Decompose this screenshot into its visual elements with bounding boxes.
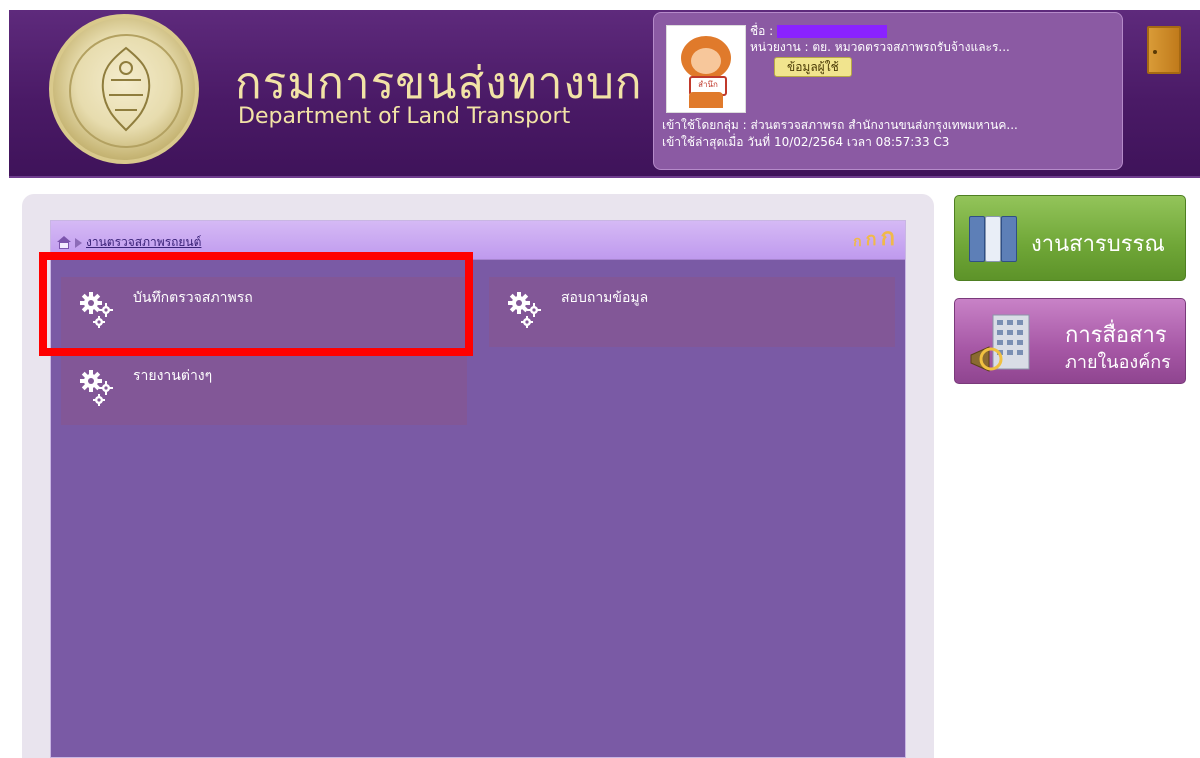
module-header-bar: งานตรวจสภาพรถยนต์ ก ก ก — [51, 221, 905, 260]
saraban-label: งานสารบรรณ — [1031, 232, 1165, 257]
menu-record-inspection-label: บันทึกตรวจสภาพรถ — [133, 290, 253, 306]
breadcrumb-arrow-icon — [75, 237, 82, 248]
last-login-text: เข้าใช้ล่าสุดเมื่อ วันที่ 10/02/2564 เวล… — [662, 135, 950, 149]
user-name-redacted — [777, 24, 888, 38]
font-size-controls: ก ก ก — [853, 225, 895, 249]
font-size-small-button[interactable]: ก — [853, 235, 861, 249]
gears-icon — [79, 291, 117, 331]
menu-reports-label: รายงานต่างๆ — [133, 368, 213, 384]
logout-door-icon[interactable] — [1147, 26, 1181, 74]
login-group-text: เข้าใช้โดยกลุ่ม : ส่วนตรวจสภาพรถ สำนักงา… — [662, 118, 1018, 132]
home-icon[interactable] — [57, 236, 71, 249]
gears-icon — [507, 291, 545, 331]
user-unit-text: หน่วยงาน : ตย. หมวดตรวจสภาพรถรับจ้างและร… — [750, 40, 1010, 54]
user-avatar: สำนึก — [666, 25, 746, 113]
user-info-panel: สำนึก ชื่อ : หน่วยงาน : ตย. หมวดตรวจสภาพ… — [653, 12, 1123, 170]
font-size-medium-button[interactable]: ก — [866, 231, 877, 249]
breadcrumb-current[interactable]: งานตรวจสภาพรถยนต์ — [86, 233, 201, 252]
menu-query-data-label: สอบถามข้อมูล — [561, 290, 649, 306]
communication-sub-label: ภายในองค์กร — [1065, 352, 1171, 373]
user-info-button[interactable]: ข้อมูลผู้ใช้ — [774, 57, 852, 77]
menu-query-data[interactable]: สอบถามข้อมูล — [489, 277, 895, 347]
binders-icon — [969, 216, 1019, 262]
org-name-english: Department of Land Transport — [238, 104, 571, 129]
module-panel: งานตรวจสภาพรถยนต์ ก ก ก บันทึกตรวจสภาพรถ… — [50, 220, 906, 758]
gears-icon — [79, 369, 117, 409]
menu-reports[interactable]: รายงานต่างๆ — [61, 355, 467, 425]
header-banner: กรมการขนส่งทางบก Department of Land Tran… — [9, 10, 1200, 178]
saraban-button[interactable]: งานสารบรรณ — [954, 195, 1186, 281]
menu-record-inspection[interactable]: บันทึกตรวจสภาพรถ — [61, 277, 467, 347]
breadcrumb: งานตรวจสภาพรถยนต์ — [57, 233, 201, 252]
user-name-label: ชื่อ : — [750, 24, 774, 38]
office-building-megaphone-icon — [967, 311, 1037, 375]
dlt-seal-logo — [49, 14, 199, 164]
internal-communication-button[interactable]: การสื่อสาร ภายในองค์กร — [954, 298, 1186, 384]
font-size-large-button[interactable]: ก — [880, 225, 895, 249]
